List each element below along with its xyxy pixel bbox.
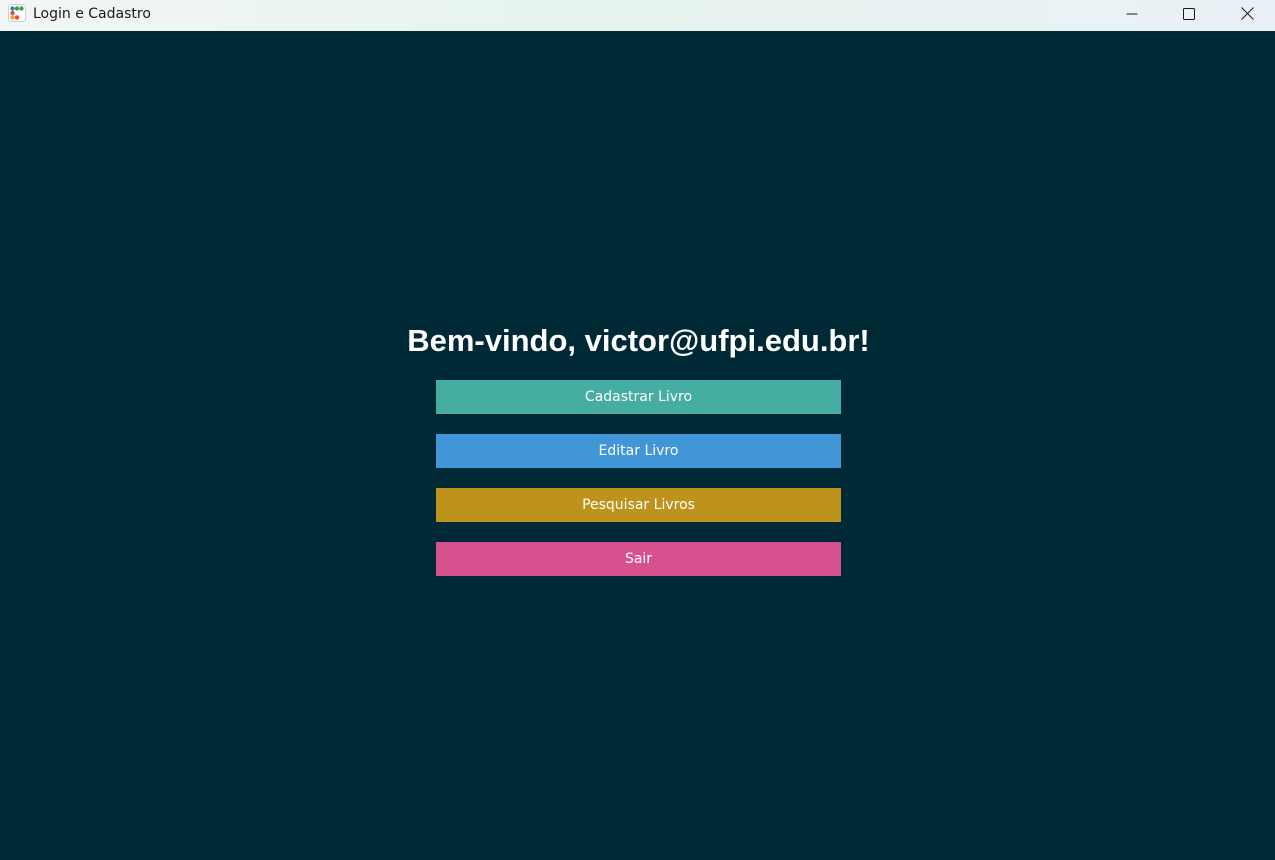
app-window: Login e Cadastro Bem-vindo, victor@ufpi.… bbox=[0, 0, 1275, 860]
close-icon bbox=[1240, 6, 1254, 25]
close-button[interactable] bbox=[1218, 0, 1275, 31]
app-logo-icon bbox=[8, 4, 26, 22]
window-title: Login e Cadastro bbox=[33, 6, 151, 22]
maximize-icon bbox=[1183, 7, 1195, 25]
welcome-heading: Bem-vindo, victor@ufpi.edu.br! bbox=[407, 323, 870, 358]
main-content: Bem-vindo, victor@ufpi.edu.br! Cadastrar… bbox=[0, 31, 1275, 860]
title-bar[interactable]: Login e Cadastro bbox=[0, 0, 1275, 31]
maximize-button[interactable] bbox=[1160, 0, 1218, 31]
editar-livro-button[interactable]: Editar Livro bbox=[436, 434, 841, 468]
minimize-icon bbox=[1126, 7, 1138, 25]
pesquisar-livros-button[interactable]: Pesquisar Livros bbox=[436, 488, 841, 522]
minimize-button[interactable] bbox=[1103, 0, 1161, 31]
cadastrar-livro-button[interactable]: Cadastrar Livro bbox=[436, 380, 841, 414]
sair-button[interactable]: Sair bbox=[436, 542, 841, 576]
